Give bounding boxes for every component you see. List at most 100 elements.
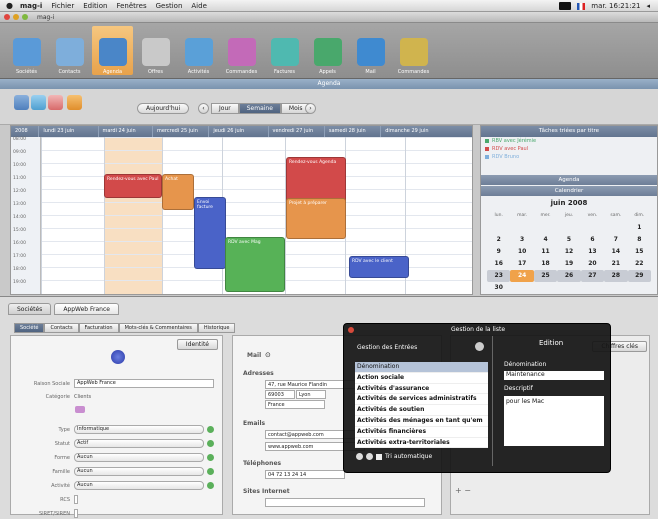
day-header[interactable]: vendredi 27 juin	[269, 126, 325, 137]
category-color-swatch[interactable]	[75, 406, 85, 413]
edit-icon[interactable]	[207, 482, 214, 489]
day-cell[interactable]: 24	[510, 270, 534, 282]
day-cell[interactable]: 8	[628, 234, 651, 246]
remove-entry-icon[interactable]	[366, 453, 373, 460]
calendar-bar[interactable]: Calendrier	[481, 186, 657, 196]
subtab[interactable]: Contacts	[44, 323, 79, 333]
subtab[interactable]: Société	[14, 323, 45, 333]
day-cell[interactable]: 20	[581, 258, 604, 270]
delete-event-icon[interactable]	[48, 95, 63, 110]
tab-societes[interactable]: Sociétés	[8, 303, 52, 315]
day-cell[interactable]: 19	[557, 258, 580, 270]
day-header[interactable]: samedi 28 juin	[325, 126, 382, 137]
day-cell[interactable]: 18	[534, 258, 557, 270]
field-select[interactable]: Aucun	[74, 467, 204, 476]
menu-aide[interactable]: Aide	[191, 2, 206, 10]
clock[interactable]: mar. 16:21:21	[591, 2, 640, 10]
toolbar-2-button[interactable]: Agenda	[92, 26, 133, 75]
today-button[interactable]: Aujourd'hui	[137, 103, 190, 114]
edit-icon[interactable]	[207, 426, 214, 433]
calendar-event[interactable]: RDV avec Mag	[225, 237, 285, 292]
day-cell[interactable]: 26	[557, 270, 581, 282]
edit-icon[interactable]	[207, 440, 214, 447]
calendar-event[interactable]: Achat	[162, 174, 194, 210]
trash-icon[interactable]	[67, 95, 82, 110]
flag-icon[interactable]	[577, 2, 586, 10]
day-cell[interactable]: 27	[580, 270, 605, 282]
address-city[interactable]: Lyon	[296, 390, 326, 399]
day-cell[interactable]: 25	[533, 270, 558, 282]
day-cell[interactable]: 1	[628, 222, 651, 234]
day-cell[interactable]: 2	[487, 234, 510, 246]
day-cell[interactable]: 13	[581, 246, 604, 258]
calendar-event[interactable]: Projet à préparer	[286, 198, 346, 239]
toolbar-3-button[interactable]: Offres	[135, 26, 176, 75]
entry-item[interactable]: Activités d'assurance	[355, 384, 488, 395]
apple-menu-icon[interactable]: ●	[6, 1, 14, 10]
day-cell[interactable]: 29	[627, 270, 651, 282]
entry-item[interactable]: Activités des ménages en tant qu'em	[355, 416, 488, 427]
day-cell[interactable]: 21	[604, 258, 627, 270]
field-select[interactable]: Informatique	[74, 425, 204, 434]
view-week-button[interactable]: Semaine	[238, 103, 281, 114]
day-header[interactable]: 2008	[11, 126, 40, 137]
address-country[interactable]: France	[265, 400, 325, 409]
field-select[interactable]: Actif	[74, 439, 204, 448]
subtab[interactable]: Facturation	[78, 323, 119, 333]
next-arrow-icon[interactable]: ›	[305, 103, 316, 114]
task-item[interactable]: RDV avec Paul	[481, 145, 657, 153]
day-cell[interactable]: 4	[534, 234, 557, 246]
day-cell[interactable]: 11	[534, 246, 557, 258]
day-cell[interactable]: 30	[487, 282, 510, 294]
day-cell[interactable]: 12	[557, 246, 580, 258]
day-cell[interactable]: 23	[487, 270, 511, 282]
day-cell[interactable]: 15	[628, 246, 651, 258]
calendar-event[interactable]: RDV avec le client	[349, 256, 409, 278]
field-select[interactable]	[74, 509, 78, 518]
day-cell[interactable]: 14	[604, 246, 627, 258]
day-cell[interactable]: 17	[510, 258, 533, 270]
day-cell[interactable]: 9	[487, 246, 510, 258]
menu-fenetres[interactable]: Fenêtres	[116, 2, 146, 10]
field-select[interactable]: Aucun	[74, 453, 204, 462]
mail-icon[interactable]: ⊙	[265, 351, 271, 359]
day-cell[interactable]: 22	[628, 258, 651, 270]
entry-item[interactable]: Activités financières	[355, 427, 488, 438]
edit-icon[interactable]	[207, 468, 214, 475]
view-day-button[interactable]: Jour	[211, 103, 239, 114]
site-field[interactable]	[265, 498, 425, 507]
subtab[interactable]: Mots-clés & Commentaires	[118, 323, 198, 333]
refresh-icon[interactable]	[475, 342, 484, 351]
menu-fichier[interactable]: Fichier	[51, 2, 74, 10]
entry-item[interactable]: Activités extra-territoriales	[355, 438, 488, 448]
subtab[interactable]: Historique	[197, 323, 236, 333]
identity-button[interactable]: Identité	[176, 339, 218, 350]
add-entry-icon[interactable]	[356, 453, 363, 460]
toolbar-0-button[interactable]: Sociétés	[6, 26, 47, 75]
minimize-window-button[interactable]	[13, 14, 19, 20]
calendar-event[interactable]: Envoi facture	[194, 197, 226, 269]
desc-textarea[interactable]: pour les Mac	[504, 396, 604, 446]
day-header[interactable]: lundi 23 juin	[39, 126, 99, 137]
task-item[interactable]: RDV Bruno	[481, 153, 657, 161]
toolbar-6-button[interactable]: Factures	[264, 26, 305, 75]
agenda-bar[interactable]: Agenda	[481, 175, 657, 185]
tasks-header[interactable]: Tâches triées par titre	[481, 126, 657, 137]
auto-sort-checkbox[interactable]	[376, 453, 382, 460]
toolbar-8-button[interactable]: Mail	[350, 26, 391, 75]
toolbar-4-button[interactable]: Activités	[178, 26, 219, 75]
day-header[interactable]: mercredi 25 juin	[153, 126, 210, 137]
day-cell[interactable]: 16	[487, 258, 510, 270]
status-icon[interactable]	[559, 2, 572, 10]
address-zip[interactable]: 69003	[265, 390, 295, 399]
toolbar-7-button[interactable]: Appels	[307, 26, 348, 75]
prev-arrow-icon[interactable]: ‹	[198, 103, 209, 114]
day-cell[interactable]: 28	[604, 270, 628, 282]
tab-appweb[interactable]: AppWeb France	[54, 303, 119, 315]
day-cell[interactable]: 7	[604, 234, 627, 246]
entry-item[interactable]: Action sociale	[355, 373, 488, 384]
entry-item[interactable]: Dénomination	[355, 362, 488, 373]
entry-item[interactable]: Activités de soutien	[355, 405, 488, 416]
entry-item[interactable]: Activités de services administratifs	[355, 394, 488, 406]
name-input[interactable]: Maintenance	[504, 371, 604, 380]
